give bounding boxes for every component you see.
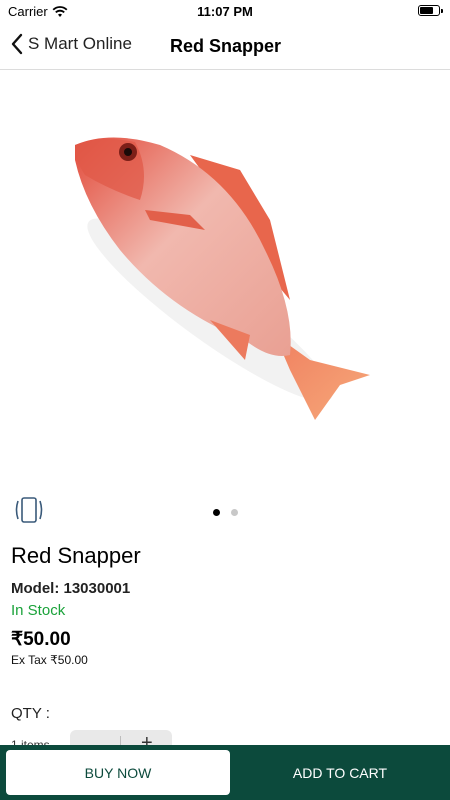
back-label: S Mart Online (28, 34, 132, 53)
buy-now-button[interactable]: BUY NOW (6, 750, 230, 795)
product-image (75, 137, 370, 420)
product-name: Red Snapper (11, 543, 141, 568)
pager-dot-1[interactable] (213, 509, 220, 516)
battery-level (420, 7, 433, 14)
qty-label: QTY : (11, 705, 50, 722)
clock: 11:07 PM (197, 4, 253, 19)
ar-view-icon[interactable] (14, 495, 44, 525)
model-number: Model: 13030001 (11, 580, 131, 597)
bottom-action-bar: BUY NOW ADD TO CART (0, 745, 450, 800)
pager-dot-2[interactable] (231, 509, 238, 516)
image-pager (213, 509, 238, 516)
stock-status: In Stock (11, 602, 66, 619)
chevron-left-icon (11, 33, 23, 55)
status-bar: Carrier 11:07 PM (0, 0, 450, 24)
battery-icon (418, 5, 443, 16)
back-button[interactable]: S Mart Online (10, 32, 132, 56)
add-to-cart-button[interactable]: ADD TO CART (230, 750, 450, 795)
ex-tax-price: Ex Tax ₹50.00 (11, 653, 88, 667)
price: ₹50.00 (11, 629, 71, 650)
page-title: Red Snapper (170, 36, 282, 56)
navigation-bar: S Mart Online Red Snapper (0, 24, 450, 70)
